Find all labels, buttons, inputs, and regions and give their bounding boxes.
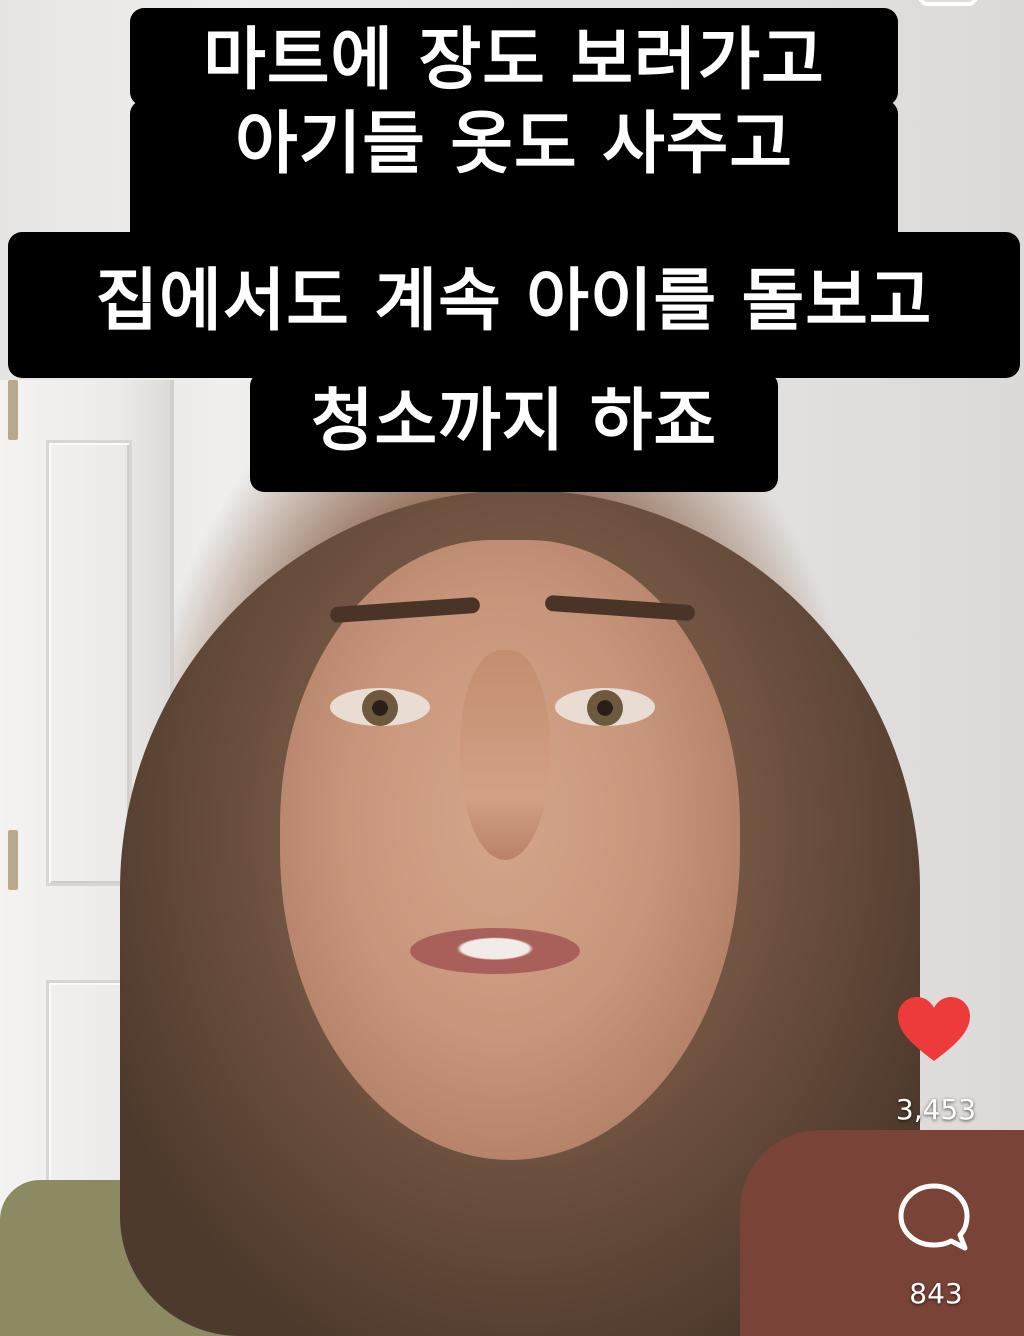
caption-line-2: 아기들 옷도 사주고 [130,100,898,198]
more-options-icon[interactable] [918,0,978,6]
person-left-eye [330,688,430,726]
caption-line-1: 마트에 장도 보러가고 [130,8,898,106]
heart-icon[interactable] [896,995,972,1065]
comment-bubble-icon[interactable] [896,1181,972,1253]
person-nose [460,650,550,860]
caption-line-3: 집에서도 계속 아이를 돌보고 [8,232,1020,378]
likes-count: 3,453 [895,1093,977,1126]
video-frame[interactable]: 마트에 장도 보러가고 아기들 옷도 사주고 집에서도 계속 아이를 돌보고 청… [0,0,1024,1336]
person-right-eye [555,688,655,726]
caption-overlay: 마트에 장도 보러가고 아기들 옷도 사주고 집에서도 계속 아이를 돌보고 청… [0,0,1024,500]
caption-line-4: 청소까지 하죠 [250,372,778,492]
person-mouth [410,928,580,974]
comments-count: 843 [909,1277,963,1310]
